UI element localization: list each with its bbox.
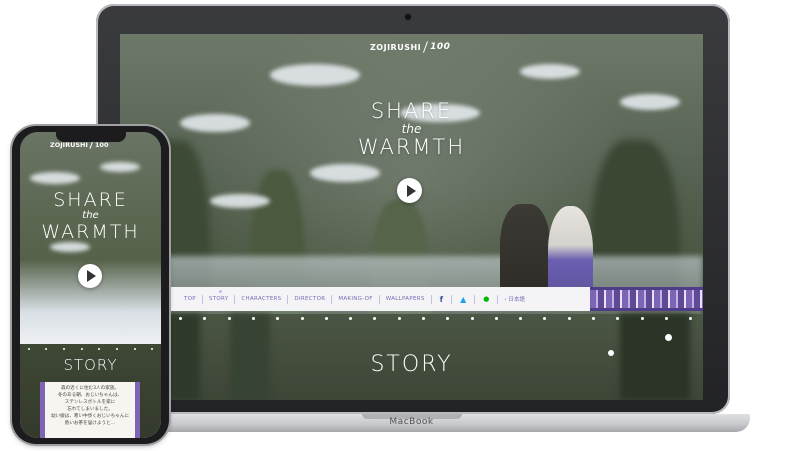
zojirushi-logo[interactable]: ZOJIRUSHI 100 — [370, 40, 450, 54]
dot — [689, 316, 693, 320]
dot — [27, 348, 30, 350]
twitter-icon[interactable]: ▲ — [452, 295, 474, 304]
dot — [422, 316, 426, 320]
dot — [300, 316, 304, 320]
dot — [373, 316, 377, 320]
dot — [470, 316, 474, 320]
hero-title-line3: WARMTH — [357, 135, 466, 159]
nav-pattern-right — [590, 287, 703, 311]
dot — [179, 316, 183, 320]
decorative-dots — [20, 348, 161, 350]
device-brand-label: MacBook — [389, 417, 434, 427]
phone-hero-title: SHARE the WARMTH — [20, 190, 161, 242]
dot — [276, 316, 280, 320]
story-text-line: 熱いお茶を届けようと… — [64, 421, 116, 426]
dot — [203, 316, 207, 320]
play-icon — [87, 270, 96, 282]
snow-clump — [270, 64, 360, 86]
dot — [664, 316, 668, 320]
hero-title-line1: SHARE — [53, 189, 128, 211]
dot — [80, 348, 83, 350]
play-video-button[interactable] — [397, 178, 422, 203]
nav-item-making-of[interactable]: MAKING-OF — [332, 296, 378, 302]
snow-clump — [100, 162, 140, 172]
dot — [133, 348, 136, 350]
snow-clump — [30, 172, 80, 184]
snow-clump — [310, 164, 380, 182]
dot — [252, 316, 256, 320]
logo-brand: ZOJIRUSHI — [370, 42, 422, 52]
snow-clump — [210, 194, 270, 208]
dot — [227, 316, 231, 320]
nav-items: TOP STORY CHARACTERS DIRECTOR MAKING-OF … — [170, 287, 531, 311]
phone-notch — [56, 132, 126, 142]
story-text-line: 幼い娘は、寒い中歩くおじいちゃんに — [50, 414, 130, 419]
nav-item-characters[interactable]: CHARACTERS — [235, 296, 287, 302]
phone-story-heading: STORY — [63, 356, 118, 374]
dot — [397, 316, 401, 320]
dot — [98, 348, 101, 350]
dot — [640, 316, 644, 320]
phone-screen: ZOJIRUSHI 100 SHARE the WARMTH STORY 森の近… — [20, 132, 161, 438]
nav-item-story[interactable]: STORY — [203, 290, 235, 302]
hero-title: SHARE the WARMTH — [120, 100, 703, 158]
dot — [567, 316, 571, 320]
dot — [151, 348, 154, 350]
nav-item-wallpapers[interactable]: WALLPAPERS — [380, 296, 431, 302]
facebook-icon[interactable]: f — [432, 295, 451, 304]
main-navigation: TOP STORY CHARACTERS DIRECTOR MAKING-OF … — [120, 287, 703, 311]
dot — [519, 316, 523, 320]
logo-anniversary: 100 — [430, 42, 451, 52]
hero-title-line2: the — [401, 122, 422, 136]
dot — [446, 316, 450, 320]
dot — [494, 316, 498, 320]
logo-separator — [423, 41, 429, 53]
hero-title-line1: SHARE — [370, 99, 453, 123]
story-text-line: 冬のある朝、おじいちゃんは、 — [57, 393, 123, 398]
hero-title-line3: WARMTH — [41, 221, 140, 243]
snow-clump — [50, 242, 90, 252]
story-text-line: ステンレスボトルを家に — [64, 400, 116, 405]
story-heading: STORY — [370, 352, 453, 377]
laptop-camera — [405, 14, 411, 20]
laptop-screen: TOP STORY CHARACTERS DIRECTOR MAKING-OF … — [120, 34, 703, 400]
dot — [543, 316, 547, 320]
dot — [349, 316, 353, 320]
decorative-dots — [120, 315, 703, 321]
dot — [591, 316, 595, 320]
line-icon[interactable]: ● — [475, 295, 497, 303]
dot — [324, 316, 328, 320]
play-icon — [406, 184, 416, 197]
language-switch-link[interactable]: › 日本語 — [498, 295, 530, 303]
nav-item-top[interactable]: TOP — [178, 296, 202, 302]
dot — [616, 316, 620, 320]
dot — [63, 348, 66, 350]
dot — [115, 348, 118, 350]
nav-item-director[interactable]: DIRECTOR — [288, 296, 331, 302]
snowflake-dot — [665, 334, 672, 341]
snow-clump — [520, 64, 580, 79]
story-text-line: 森の近くに住む3人の家族。 — [60, 386, 120, 391]
phone-story-card: 森の近くに住む3人の家族。 冬のある朝、おじいちゃんは、 ステンレスボトルを家に… — [40, 382, 140, 438]
phone-play-video-button[interactable] — [78, 264, 102, 288]
story-text-line: 忘れてしまいました。 — [67, 407, 113, 412]
dot — [45, 348, 48, 350]
